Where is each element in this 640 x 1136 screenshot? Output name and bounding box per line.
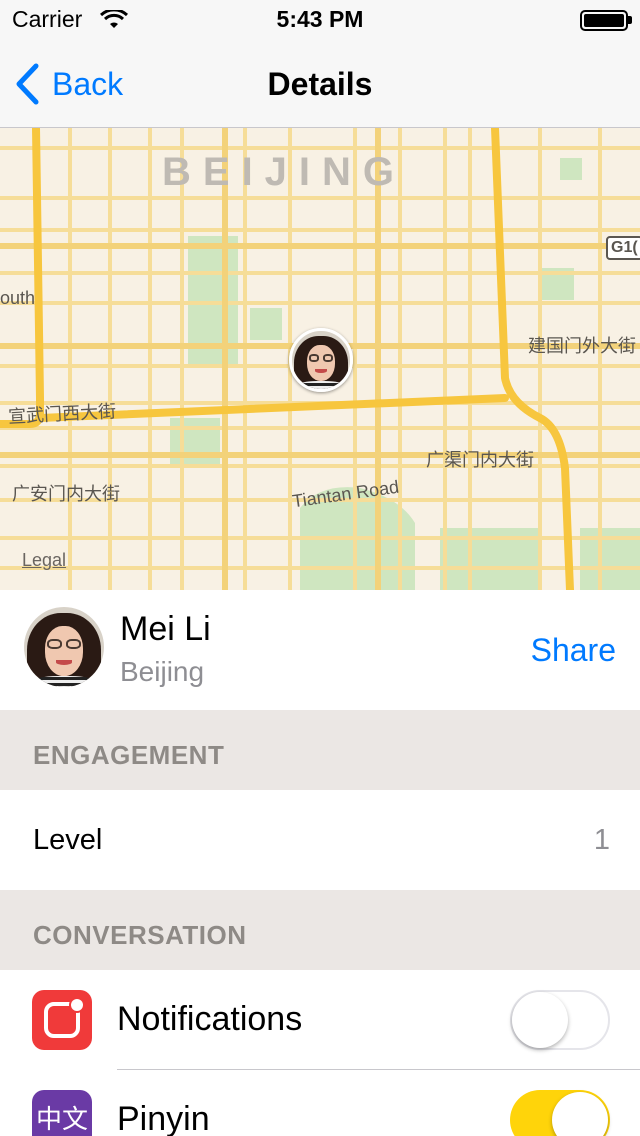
map-location-pin[interactable] bbox=[289, 328, 353, 392]
share-button[interactable]: Share bbox=[531, 632, 616, 669]
section-header-label: CONVERSATION bbox=[33, 920, 247, 950]
level-value: 1 bbox=[593, 824, 610, 856]
battery-icon bbox=[580, 10, 628, 31]
toggle-knob bbox=[552, 1092, 608, 1136]
level-row[interactable]: Level 1 bbox=[0, 790, 640, 889]
status-time: 5:43 PM bbox=[276, 6, 364, 32]
map-street-label: outh bbox=[0, 288, 36, 308]
page-title: Details bbox=[267, 66, 373, 102]
legal-link[interactable]: Legal bbox=[22, 550, 66, 571]
park-area bbox=[170, 418, 220, 468]
section-header-conversation: CONVERSATION bbox=[0, 890, 640, 970]
notifications-toggle[interactable] bbox=[510, 990, 610, 1050]
status-bar: Carrier 5:43 PM bbox=[0, 0, 640, 40]
notifications-row: Notifications bbox=[0, 970, 640, 1069]
level-label: Level bbox=[33, 824, 103, 856]
avatar bbox=[292, 331, 350, 389]
navigation-bar: Back Details bbox=[0, 40, 640, 128]
pinyin-row: 中文 Pinyin bbox=[0, 1070, 640, 1136]
notifications-icon bbox=[32, 990, 92, 1050]
map-street-label: 广安门内大街 bbox=[12, 484, 120, 504]
pinyin-icon: 中文 bbox=[32, 1090, 92, 1136]
profile-name: Mei Li bbox=[120, 610, 211, 648]
park-area bbox=[560, 158, 582, 180]
avatar bbox=[24, 607, 104, 687]
profile-city: Beijing bbox=[120, 656, 205, 687]
battery-tip bbox=[628, 16, 632, 24]
pinyin-label: Pinyin bbox=[117, 1100, 210, 1136]
map-city-label: BEIJING bbox=[162, 150, 407, 194]
toggle-knob bbox=[512, 992, 568, 1048]
notifications-label: Notifications bbox=[117, 1000, 303, 1038]
park-area bbox=[250, 308, 282, 340]
map-view[interactable]: BEIJING outh 宣武门西大街 广安门内大街 Tiantan Road … bbox=[0, 128, 640, 590]
section-header-label: ENGAGEMENT bbox=[33, 740, 225, 770]
pinyin-toggle[interactable] bbox=[510, 1090, 610, 1136]
section-header-engagement: ENGAGEMENT bbox=[0, 710, 640, 790]
profile-row: Mei Li Beijing Share bbox=[0, 590, 640, 710]
map-street-label: 广渠门内大街 bbox=[426, 450, 534, 470]
highway-shield: G1( bbox=[606, 236, 640, 260]
map-street-label: 建国门外大街 bbox=[528, 336, 636, 356]
